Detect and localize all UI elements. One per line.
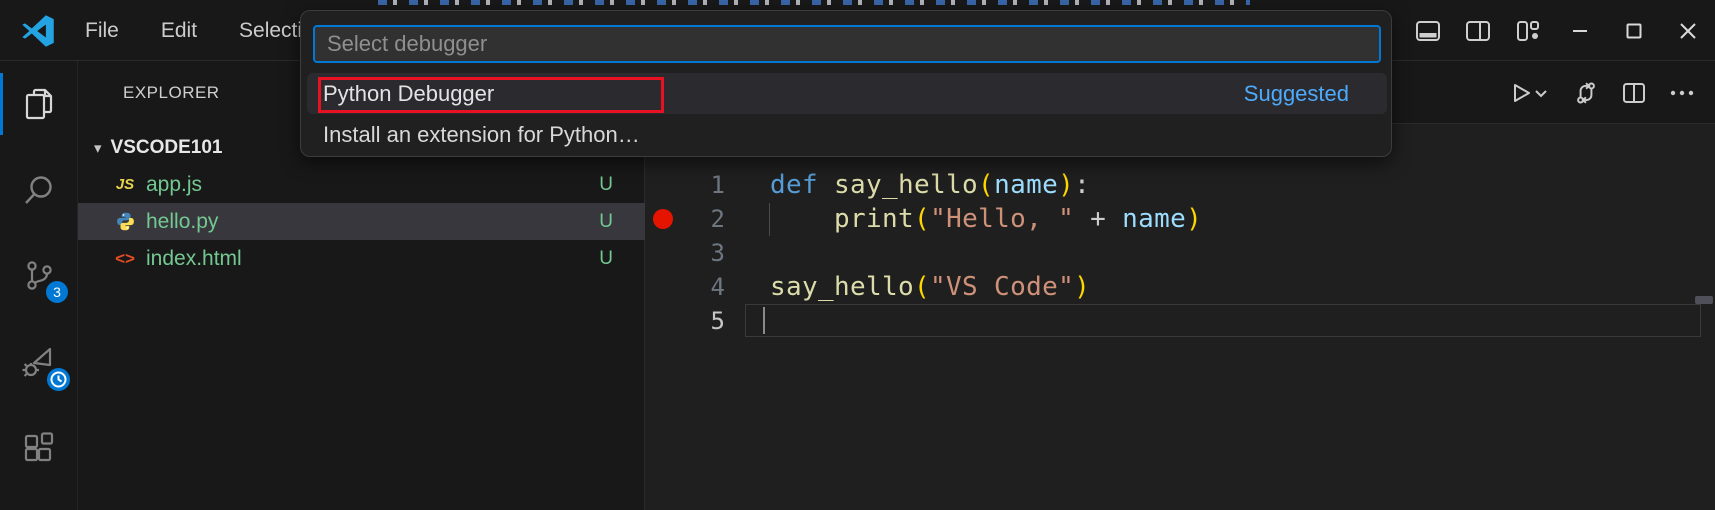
menu-file[interactable]: File bbox=[68, 13, 136, 49]
line-number[interactable]: 2 bbox=[665, 202, 725, 236]
html-file-icon: <> bbox=[114, 248, 136, 270]
quickpick-item-label: Python Debugger bbox=[323, 81, 494, 107]
chevron-down-icon bbox=[1533, 85, 1549, 101]
sidebar-item-extensions[interactable] bbox=[0, 405, 78, 491]
vscode-window: File Edit Selection bbox=[0, 0, 1715, 510]
file-name: app.js bbox=[146, 173, 202, 197]
code-text: print("Hello, " + name) bbox=[770, 202, 1202, 236]
file-row-appjs[interactable]: JS app.js U bbox=[78, 166, 645, 203]
extensions-icon bbox=[21, 430, 57, 466]
run-python-file-button[interactable] bbox=[1501, 73, 1557, 113]
clipped-title-text bbox=[378, 0, 1250, 5]
debug-pending-clock-badge bbox=[45, 366, 72, 393]
explorer-header: EXPLORER bbox=[123, 83, 220, 103]
file-row-indexhtml[interactable]: <> index.html U bbox=[78, 240, 645, 277]
select-debugger-quickpick: Python Debugger Suggested Install an ext… bbox=[300, 10, 1392, 157]
line-number[interactable]: 5 bbox=[665, 304, 725, 338]
source-control-badge: 3 bbox=[46, 281, 68, 303]
code-line-1: 1 def say_hello(name): bbox=[645, 168, 1715, 202]
git-untracked-badge: U bbox=[599, 248, 613, 270]
split-editor-icon[interactable] bbox=[1615, 73, 1653, 113]
vscode-logo-icon bbox=[20, 13, 56, 49]
quickpick-item-python-debugger[interactable]: Python Debugger Suggested bbox=[307, 73, 1387, 114]
code-line-5: 5 bbox=[645, 304, 1715, 338]
sidebar-item-source-control[interactable]: 3 bbox=[0, 233, 78, 319]
menu-edit[interactable]: Edit bbox=[144, 13, 214, 49]
quickpick-item-label: Install an extension for Python… bbox=[323, 122, 640, 148]
run-icon bbox=[1509, 81, 1533, 105]
quickpick-item-install-extension[interactable]: Install an extension for Python… bbox=[307, 116, 1387, 154]
customize-layout-icon[interactable] bbox=[1503, 0, 1553, 61]
activity-bar: 3 bbox=[0, 61, 78, 510]
suggested-badge[interactable]: Suggested bbox=[1244, 81, 1349, 107]
line-number[interactable]: 1 bbox=[665, 168, 725, 202]
code-line-3: 3 bbox=[645, 236, 1715, 270]
toggle-secondary-sidebar-icon[interactable] bbox=[1453, 0, 1503, 61]
git-untracked-badge: U bbox=[599, 211, 613, 233]
code-line-4: 4 say_hello("VS Code") bbox=[645, 270, 1715, 304]
files-icon bbox=[21, 86, 57, 122]
overview-ruler-mark bbox=[1695, 296, 1713, 304]
file-name: hello.py bbox=[146, 210, 218, 234]
minimize-button[interactable] bbox=[1553, 0, 1607, 61]
editor-actions bbox=[1501, 61, 1701, 124]
code-text: say_hello("VS Code") bbox=[770, 270, 1090, 304]
close-button[interactable] bbox=[1661, 0, 1715, 61]
more-actions-icon[interactable] bbox=[1663, 73, 1701, 113]
search-icon bbox=[21, 172, 57, 208]
titlebar-actions bbox=[1403, 0, 1715, 61]
code-line-2: 2 print("Hello, " + name) bbox=[645, 202, 1715, 236]
sidebar-item-explorer[interactable] bbox=[0, 61, 78, 147]
open-changes-icon[interactable] bbox=[1567, 73, 1605, 113]
text-cursor bbox=[763, 307, 765, 334]
sidebar-item-run-debug[interactable] bbox=[0, 319, 78, 405]
folder-name: VSCODE101 bbox=[111, 137, 223, 159]
debugger-search-input[interactable] bbox=[313, 25, 1381, 63]
code-text: def say_hello(name): bbox=[770, 168, 1090, 202]
chevron-down-icon: ▾ bbox=[94, 139, 102, 157]
python-file-icon bbox=[114, 211, 136, 233]
file-row-hellopy[interactable]: hello.py U bbox=[78, 203, 645, 240]
maximize-button[interactable] bbox=[1607, 0, 1661, 61]
javascript-file-icon: JS bbox=[114, 174, 136, 196]
line-number[interactable]: 4 bbox=[665, 270, 725, 304]
code-editor[interactable]: 1 def say_hello(name): 2 print("Hello, "… bbox=[645, 124, 1715, 510]
sidebar-item-search[interactable] bbox=[0, 147, 78, 233]
line-number[interactable]: 3 bbox=[665, 236, 725, 270]
git-untracked-badge: U bbox=[599, 174, 613, 196]
file-name: index.html bbox=[146, 247, 242, 271]
toggle-panel-icon[interactable] bbox=[1403, 0, 1453, 61]
